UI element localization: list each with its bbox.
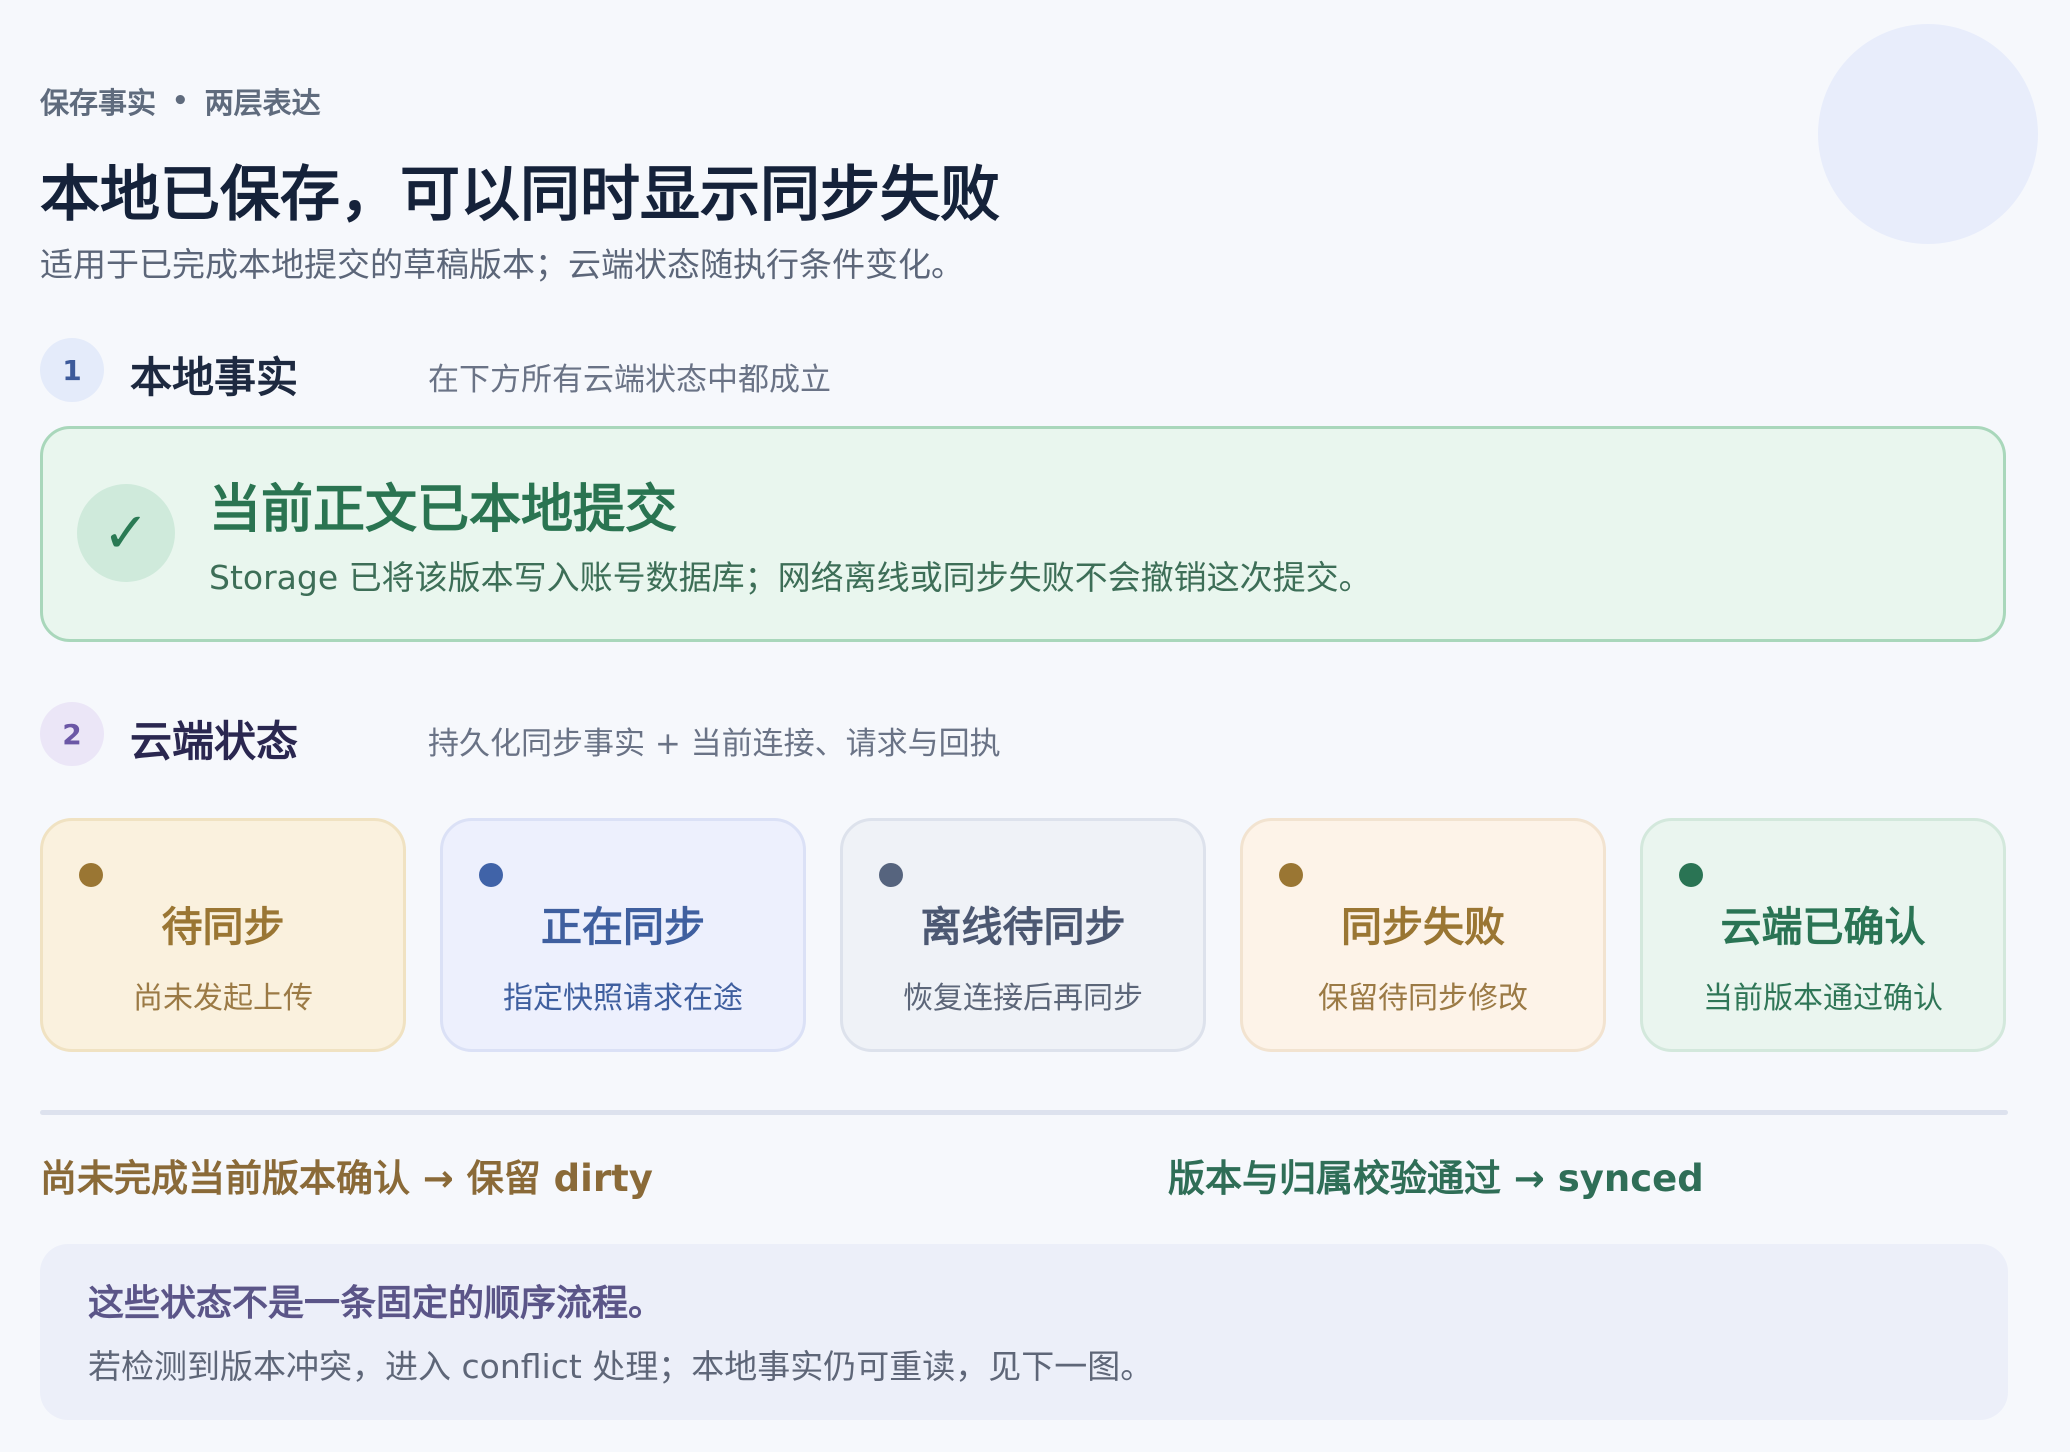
status-dot-icon [79,863,103,887]
state-title: 正在同步 [541,903,705,951]
state-title: 同步失败 [1341,903,1505,951]
section-number-badge: 1 [40,338,104,402]
eyebrow-left: 保存事实 [40,86,157,120]
section-description: 在下方所有云端状态中都成立 [428,362,831,398]
eyebrow: 保存事实 • 两层表达 [40,80,321,122]
state-title: 待同步 [161,903,285,951]
page-subtitle: 适用于已完成本地提交的草稿版本；云端状态随执行条件变化。 [40,245,964,284]
state-card-offline: 离线待同步 恢复连接后再同步 [840,818,1206,1052]
cloud-state-row: 待同步 尚未发起上传 正在同步 指定快照请求在途 离线待同步 恢复连接后再同步 … [40,818,2008,1052]
state-description: 尚未发起上传 [133,981,313,1016]
local-fact-card: ✓ 当前正文已本地提交 Storage 已将该版本写入账号数据库；网络离线或同步… [40,426,2006,642]
rule-synced: 版本与归属校验通过 → synced [1168,1157,1704,1200]
note-box: 这些状态不是一条固定的顺序流程。 若检测到版本冲突，进入 conflict 处理… [40,1244,2008,1420]
state-title: 离线待同步 [920,903,1126,951]
state-description: 指定快照请求在途 [503,981,743,1016]
section-local-fact-header: 1 本地事实 在下方所有云端状态中都成立 [40,338,1240,402]
section-number-badge: 2 [40,702,104,766]
page: 保存事实 • 两层表达 本地已保存，可以同时显示同步失败 适用于已完成本地提交的… [0,0,2070,1452]
state-description: 恢复连接后再同步 [903,981,1143,1016]
state-card-syncing: 正在同步 指定快照请求在途 [440,818,806,1052]
state-card-failed: 同步失败 保留待同步修改 [1240,818,1606,1052]
eyebrow-right: 两层表达 [204,86,321,120]
page-title: 本地已保存，可以同时显示同步失败 [40,160,1000,230]
state-card-pending: 待同步 尚未发起上传 [40,818,406,1052]
section-title: 本地事实 [130,353,299,402]
status-dot-icon [1679,863,1703,887]
divider [40,1110,2008,1115]
state-title: 云端已确认 [1720,903,1926,951]
status-dot-icon [879,863,903,887]
eyebrow-separator: • [172,86,189,116]
section-description: 持久化同步事实 + 当前连接、请求与回执 [428,726,1001,762]
check-icon: ✓ [77,484,175,582]
rule-dirty: 尚未完成当前版本确认 → 保留 dirty [40,1157,653,1200]
decorative-circle [1818,24,2038,244]
state-description: 当前版本通过确认 [1703,981,1943,1016]
local-fact-description: Storage 已将该版本写入账号数据库；网络离线或同步失败不会撤销这次提交。 [209,558,1372,597]
note-title: 这些状态不是一条固定的顺序流程。 [88,1283,665,1324]
status-dot-icon [479,863,503,887]
note-description: 若检测到版本冲突，进入 conflict 处理；本地事实仍可重读，见下一图。 [88,1347,1154,1386]
state-description: 保留待同步修改 [1318,981,1528,1016]
status-dot-icon [1279,863,1303,887]
state-card-confirmed: 云端已确认 当前版本通过确认 [1640,818,2006,1052]
section-title: 云端状态 [130,717,299,766]
local-fact-title: 当前正文已本地提交 [209,480,678,540]
section-cloud-state-header: 2 云端状态 持久化同步事实 + 当前连接、请求与回执 [40,702,1240,766]
